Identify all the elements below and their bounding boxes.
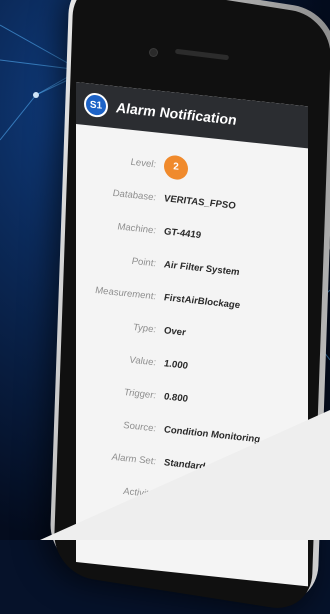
field-value: Standard (164, 457, 206, 473)
field-label: Level: (130, 156, 156, 171)
field-value: Active (164, 490, 193, 505)
field-value: FirstAirBlockage (164, 292, 241, 312)
field-value: GT-4419 (164, 226, 201, 242)
field-value: 1/27/ (164, 523, 186, 537)
field-value: 0.800 (164, 391, 188, 405)
camera (150, 49, 157, 56)
level-badge: 2 (164, 153, 188, 181)
alarm-details: Level: 2 Database: VERITAS_FPSO Machine:… (76, 140, 308, 560)
field-value: Air Filter System (164, 259, 240, 279)
phone-screen: S1 Alarm Notification Level: 2 Database:… (76, 82, 308, 587)
field-label: Activity: (123, 485, 156, 501)
field-label: Machine: (117, 221, 156, 237)
field-value: 1.000 (164, 358, 188, 372)
field-label: Point: (131, 255, 156, 270)
field-label: Type: (132, 321, 156, 336)
field-label: Entered: (120, 518, 156, 534)
field-label: Measurement: (95, 285, 156, 303)
page-title: Alarm Notification (116, 99, 237, 128)
field-value: VERITAS_FPSO (164, 193, 236, 212)
field-value: Condition Monitoring (164, 424, 261, 446)
field-label: Source: (123, 419, 156, 435)
field-label: Trigger: (123, 387, 156, 402)
app-logo-icon: S1 (84, 91, 108, 119)
field-label: Alarm Set: (111, 451, 156, 468)
field-value: Over (164, 325, 186, 339)
field-label: Value: (129, 354, 156, 369)
field-label: Database: (112, 187, 156, 204)
